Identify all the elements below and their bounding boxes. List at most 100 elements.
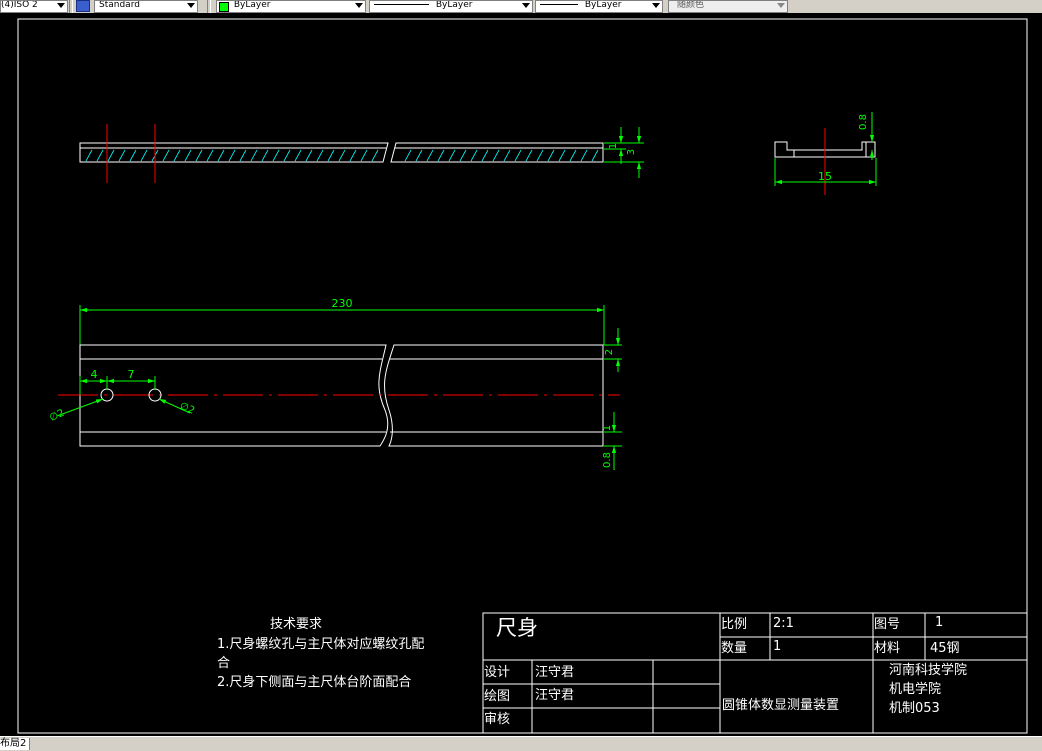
front-view: 230 4 7 ∅2 ∅2 2 1 0.8: [48, 297, 622, 470]
hatch-line: [283, 149, 291, 162]
dim-text: ∅2: [178, 401, 196, 417]
material-label: 材料: [874, 641, 900, 656]
notes-line: 2.尺身下侧面与主尺体台阶面配合: [217, 674, 411, 690]
material-value: 45钢: [930, 641, 960, 656]
hatch-line: [140, 149, 148, 162]
color-dropdown[interactable]: ByLayer: [216, 0, 366, 13]
text-style-dropdown[interactable]: Standard: [94, 0, 198, 13]
drawing-no-label: 图号: [874, 617, 900, 632]
part-name: 尺身: [496, 616, 538, 640]
notes-line: 合: [217, 656, 230, 671]
drawing-canvas[interactable]: 1 3 15 0.8 230 4 7 ∅2 ∅2 2 1 0.8 技术要求 1.…: [0, 13, 1042, 736]
plot-style-dropdown[interactable]: (4)ISO 2: [0, 0, 68, 13]
draw-label: 绘图: [484, 689, 510, 704]
color-value: ByLayer: [233, 0, 271, 10]
hatch-line: [85, 149, 93, 162]
lineweight-preview-icon: [540, 4, 578, 5]
chevron-down-icon: [652, 3, 660, 8]
dim-text: 4: [91, 368, 98, 381]
notes-title: 技术要求: [270, 617, 322, 632]
side-view: 15 0.8: [774, 112, 877, 195]
hatch-line: [338, 149, 346, 162]
hatch-line: [118, 149, 126, 162]
hatch-line: [536, 149, 544, 162]
design-name: 汪守君: [535, 665, 574, 680]
hatch-line: [316, 149, 324, 162]
dim-text: 15: [818, 170, 832, 183]
dim-text: 3: [626, 149, 637, 155]
quantity-value: 1: [773, 639, 781, 654]
properties-toolbar: (4)ISO 2 Standard ByLayer ByLayer ByLaye…: [0, 0, 1042, 13]
hatch-line: [437, 149, 445, 162]
hatch-line: [514, 149, 522, 162]
hatch-line: [206, 149, 214, 162]
hatch-line: [184, 149, 192, 162]
hatch-line: [173, 149, 181, 162]
layout-tab-bar: 布局2: [0, 736, 1042, 751]
hatch-line: [327, 149, 335, 162]
hatch-line: [129, 149, 137, 162]
hatch-pattern: [85, 149, 599, 162]
hatch-line: [459, 149, 467, 162]
hatch-line: [470, 149, 478, 162]
hatch-line: [371, 149, 379, 162]
lineweight-value: ByLayer: [584, 0, 622, 10]
linetype-value: ByLayer: [435, 0, 473, 10]
quantity-label: 数量: [721, 641, 747, 656]
top-section-view: 1 3: [79, 124, 644, 183]
chevron-down-icon: [355, 3, 363, 8]
plot-color-dropdown[interactable]: 随颜色: [668, 0, 788, 13]
chevron-down-icon: [777, 3, 785, 8]
hatch-line: [558, 149, 566, 162]
plot-style-value: (4)ISO 2: [1, 0, 38, 10]
linetype-dropdown[interactable]: ByLayer: [369, 0, 533, 13]
scale-label: 比例: [721, 617, 747, 632]
technical-notes: 技术要求 1.尺身螺纹孔与主尺体对应螺纹孔配 合 2.尺身下侧面与主尺体台阶面配…: [217, 617, 424, 690]
title-block-text: 尺身 比例 2:1 数量 1 图号 1 材料 45钢 设计 汪守君 绘图 汪守君…: [484, 615, 967, 727]
text-style-value: Standard: [99, 0, 140, 10]
hatch-line: [294, 149, 302, 162]
dim-text: 2: [604, 349, 615, 355]
hatch-line: [360, 149, 368, 162]
drawing-no-value: 1: [935, 615, 943, 630]
toolbar-separator: [69, 0, 73, 13]
hatch-line: [349, 149, 357, 162]
linetype-preview-icon: [374, 4, 429, 5]
project-name: 圆锥体数显测量装置: [722, 698, 839, 713]
hatch-line: [492, 149, 500, 162]
hatch-line: [591, 149, 599, 162]
hatch-line: [305, 149, 313, 162]
dim-text: 7: [128, 368, 135, 381]
hatch-line: [228, 149, 236, 162]
department-name: 机电学院: [889, 681, 941, 697]
hatch-line: [107, 149, 115, 162]
hatch-line: [481, 149, 489, 162]
hatch-line: [96, 149, 104, 162]
dim-text: 0.8: [602, 452, 613, 468]
text-style-icon[interactable]: [76, 0, 90, 12]
dim-text: 0.8: [858, 114, 869, 130]
hatch-line: [404, 149, 412, 162]
hatch-line: [448, 149, 456, 162]
green-swatch-icon: [219, 2, 229, 12]
notes-line: 1.尺身螺纹孔与主尺体对应螺纹孔配: [217, 636, 424, 652]
toolbar-separator: [207, 0, 211, 13]
school-name: 河南科技学院: [889, 662, 967, 678]
draw-name: 汪守君: [535, 688, 574, 703]
scale-value: 2:1: [773, 616, 794, 631]
hatch-line: [261, 149, 269, 162]
hatch-line: [162, 149, 170, 162]
dim-text: 230: [332, 297, 353, 310]
hatch-line: [503, 149, 511, 162]
dim-text: ∅2: [48, 408, 66, 424]
dim-text: 1: [608, 143, 619, 149]
chevron-down-icon: [522, 3, 530, 8]
chevron-down-icon: [57, 3, 65, 8]
tab-layout2[interactable]: 布局2: [0, 738, 31, 750]
hatch-line: [272, 149, 280, 162]
hatch-line: [580, 149, 588, 162]
design-label: 设计: [484, 665, 510, 680]
hatch-line: [250, 149, 258, 162]
lineweight-dropdown[interactable]: ByLayer: [535, 0, 663, 13]
class-name: 机制053: [889, 701, 940, 716]
